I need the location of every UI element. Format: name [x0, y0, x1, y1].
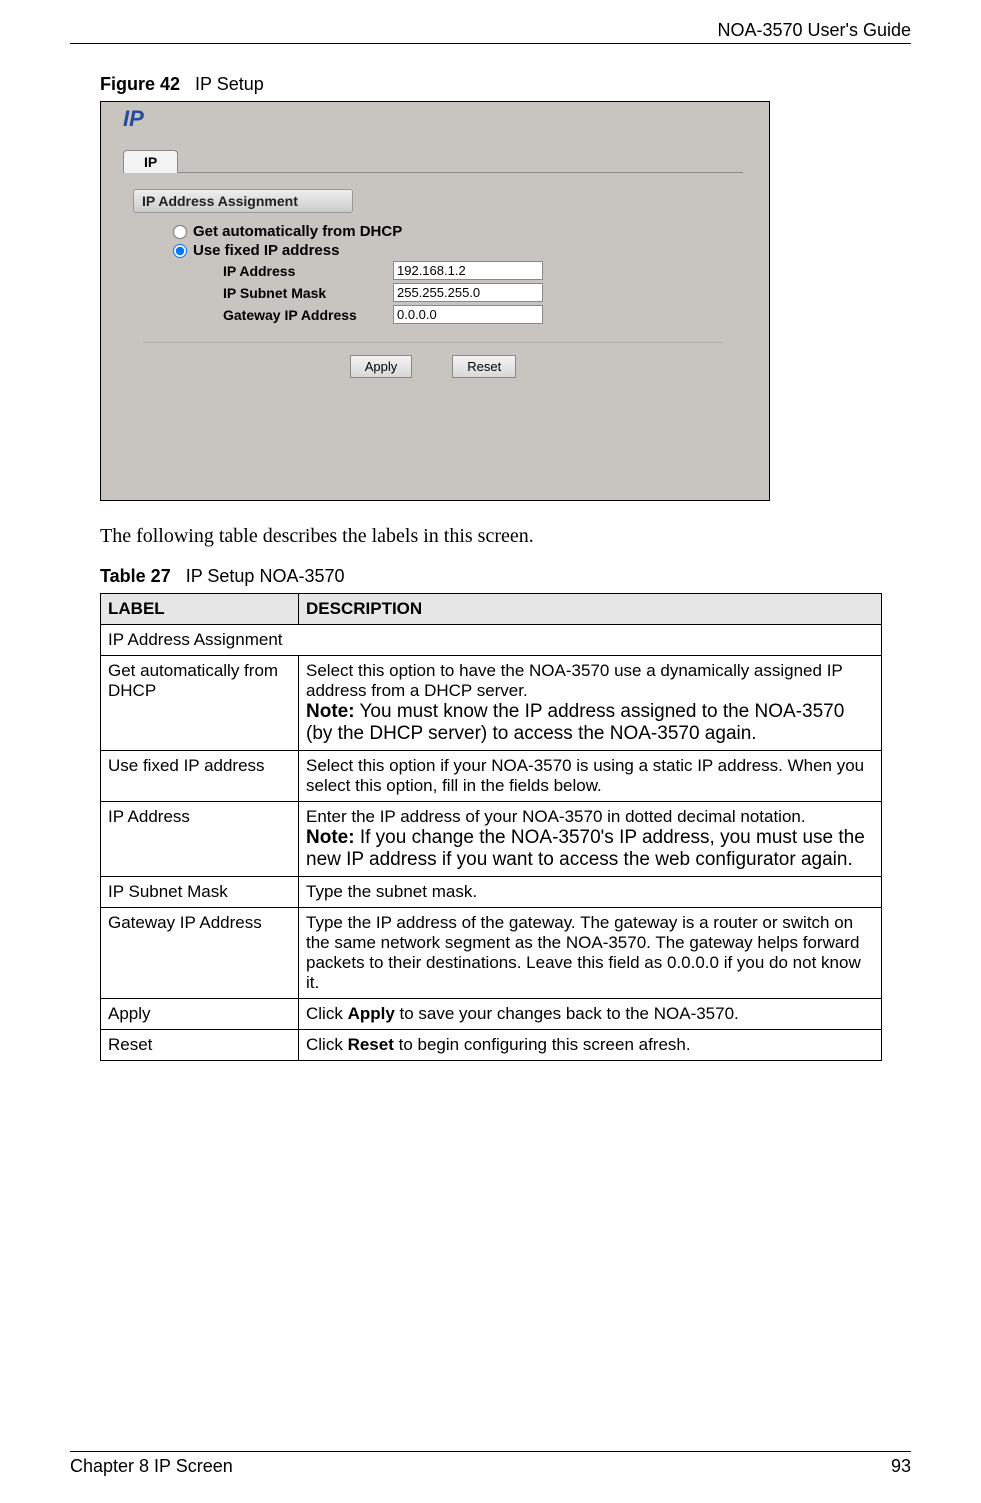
footer-chapter: Chapter 8 IP Screen: [70, 1456, 233, 1477]
radio-dhcp-label: Get automatically from DHCP: [193, 223, 402, 240]
gateway-ip-label: Gateway IP Address: [223, 307, 393, 323]
table-row: Get automatically from DHCP Select this …: [101, 656, 882, 751]
row-desc: Click Reset to begin configuring this sc…: [299, 1030, 882, 1061]
row-label: Use fixed IP address: [101, 751, 299, 802]
row-label: Apply: [101, 999, 299, 1030]
table-number: Table 27: [100, 566, 171, 586]
row-desc: Click Apply to save your changes back to…: [299, 999, 882, 1030]
dhcp-desc-text: Select this option to have the NOA-3570 …: [306, 661, 842, 700]
row-label: IP Address: [101, 802, 299, 877]
figure-caption: Figure 42 IP Setup: [100, 74, 901, 95]
figure-screenshot: IP IP IP Address Assignment Get automati…: [100, 101, 770, 501]
ip-address-label: IP Address: [223, 263, 393, 279]
row-desc: Select this option to have the NOA-3570 …: [299, 656, 882, 751]
table-row: Gateway IP Address Type the IP address o…: [101, 908, 882, 999]
apply-desc-bold: Apply: [348, 1004, 395, 1023]
row-label: IP Subnet Mask: [101, 877, 299, 908]
table-row: IP Subnet Mask Type the subnet mask.: [101, 877, 882, 908]
apply-desc-pre: Click: [306, 1004, 348, 1023]
description-table: LABEL DESCRIPTION IP Address Assignment …: [100, 593, 882, 1061]
row-desc: Type the subnet mask.: [299, 877, 882, 908]
table-row: IP Address Enter the IP address of your …: [101, 802, 882, 877]
apply-button[interactable]: Apply: [350, 355, 413, 378]
figure-title: IP Setup: [195, 74, 264, 94]
group-ip-address-assignment: IP Address Assignment: [133, 189, 353, 213]
row-desc: Enter the IP address of your NOA-3570 in…: [299, 802, 882, 877]
ip-note-text: If you change the NOA-3570's IP address,…: [306, 827, 865, 870]
row-label: Reset: [101, 1030, 299, 1061]
dhcp-note-text: You must know the IP address assigned to…: [306, 701, 844, 744]
row-desc: Type the IP address of the gateway. The …: [299, 908, 882, 999]
reset-desc-bold: Reset: [348, 1035, 394, 1054]
guide-title: NOA-3570 User's Guide: [717, 20, 911, 40]
divider: [143, 342, 723, 343]
table-title: IP Setup NOA-3570: [186, 566, 345, 586]
table-caption: Table 27 IP Setup NOA-3570: [100, 566, 901, 587]
table-row: Reset Click Reset to begin configuring t…: [101, 1030, 882, 1061]
radio-dhcp[interactable]: [173, 225, 187, 239]
radio-fixed[interactable]: [173, 244, 187, 258]
reset-desc-post: to begin configuring this screen afresh.: [394, 1035, 691, 1054]
footer-page-number: 93: [891, 1456, 911, 1477]
col-description-header: DESCRIPTION: [299, 594, 882, 625]
radio-fixed-label: Use fixed IP address: [193, 242, 339, 259]
ip-desc-text: Enter the IP address of your NOA-3570 in…: [306, 807, 806, 826]
table-row: Use fixed IP address Select this option …: [101, 751, 882, 802]
subnet-mask-input[interactable]: [393, 283, 543, 302]
table-row: Apply Click Apply to save your changes b…: [101, 999, 882, 1030]
row-desc: Select this option if your NOA-3570 is u…: [299, 751, 882, 802]
figure-number: Figure 42: [100, 74, 180, 94]
row-label: Get automatically from DHCP: [101, 656, 299, 751]
row-label: Gateway IP Address: [101, 908, 299, 999]
ip-address-input[interactable]: [393, 261, 543, 280]
tab-ip[interactable]: IP: [123, 150, 178, 173]
intro-paragraph: The following table describes the labels…: [100, 525, 901, 548]
page-footer: Chapter 8 IP Screen 93: [70, 1451, 911, 1477]
reset-button[interactable]: Reset: [452, 355, 516, 378]
screen-title: IP: [100, 101, 769, 132]
col-label-header: LABEL: [101, 594, 299, 625]
note-label: Note:: [306, 827, 355, 848]
section-row: IP Address Assignment: [101, 625, 882, 656]
reset-desc-pre: Click: [306, 1035, 348, 1054]
subnet-mask-label: IP Subnet Mask: [223, 285, 393, 301]
note-label: Note:: [306, 701, 355, 722]
gateway-ip-input[interactable]: [393, 305, 543, 324]
apply-desc-post: to save your changes back to the NOA-357…: [395, 1004, 739, 1023]
page-header: NOA-3570 User's Guide: [70, 20, 911, 44]
